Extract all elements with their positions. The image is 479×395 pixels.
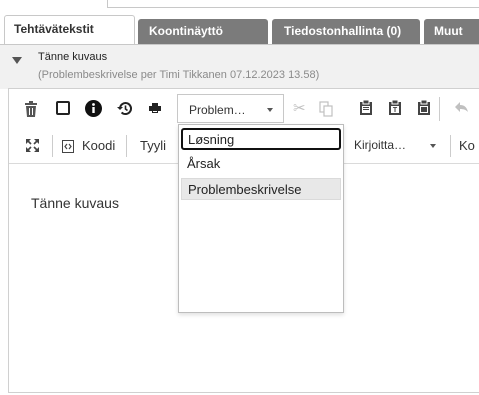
format-select[interactable]: Problem…: [177, 94, 284, 123]
format-dropdown: Løsning Årsak Problembeskrivelse: [178, 124, 344, 313]
top-field-border: [107, 0, 479, 8]
undo-icon[interactable]: [454, 101, 468, 113]
tab-koontinaytto[interactable]: Koontinäyttö: [138, 19, 268, 44]
toolbar-separator: [52, 135, 53, 157]
paste-text-icon[interactable]: T: [388, 100, 402, 116]
paste-icon[interactable]: [359, 100, 373, 116]
font-select[interactable]: Kirjoitta…: [344, 132, 444, 159]
format-select-value: Problem…: [189, 103, 246, 117]
section-title: Tänne kuvaus: [38, 51, 108, 63]
tab-label: Koontinäyttö: [149, 24, 223, 38]
tab-label: Muut: [434, 24, 463, 38]
size-select[interactable]: Ko: [459, 138, 475, 153]
info-icon[interactable]: [85, 100, 102, 117]
dropdown-option-arsak[interactable]: Årsak: [181, 153, 341, 175]
editor-content-text[interactable]: Tänne kuvaus: [31, 195, 119, 211]
chevron-down-icon: [430, 144, 436, 148]
history-icon[interactable]: [117, 101, 133, 116]
toolbar-separator: [126, 135, 127, 157]
font-select-value: Kirjoitta…: [354, 138, 407, 152]
section-subtitle: (Problembeskrivelse per Timi Tikkanen 07…: [38, 69, 320, 81]
tab-tehtavatekstit[interactable]: Tehtävätekstit: [4, 15, 135, 45]
tab-tiedostonhallinta[interactable]: Tiedostonhallinta (0): [272, 19, 420, 44]
style-select[interactable]: Tyyli: [140, 138, 166, 153]
collapse-triangle-icon[interactable]: [12, 57, 22, 64]
tab-label: Tehtävätekstit: [14, 22, 94, 36]
chevron-down-icon: [267, 108, 273, 112]
tab-muut[interactable]: Muut: [424, 19, 479, 44]
source-label: Koodi: [82, 138, 116, 153]
svg-text:T: T: [393, 107, 398, 114]
trash-icon[interactable]: [24, 101, 38, 117]
dropdown-option-problembeskrivelse[interactable]: Problembeskrivelse: [181, 178, 341, 200]
checkbox-icon[interactable]: [56, 101, 70, 115]
tab-label: Tiedostonhallinta (0): [284, 24, 402, 38]
dropdown-option-losning[interactable]: Løsning: [181, 128, 341, 150]
cut-icon[interactable]: ✂: [293, 99, 306, 117]
toolbar-separator: [439, 97, 440, 121]
paste-word-icon[interactable]: [417, 100, 431, 116]
copy-icon[interactable]: [319, 101, 333, 117]
maximize-icon[interactable]: [25, 138, 40, 153]
toolbar-row-1: Problem… ✂ T: [9, 89, 479, 129]
toolbar-separator: [450, 135, 451, 157]
print-icon[interactable]: [149, 102, 161, 114]
source-code-icon: [62, 140, 74, 153]
